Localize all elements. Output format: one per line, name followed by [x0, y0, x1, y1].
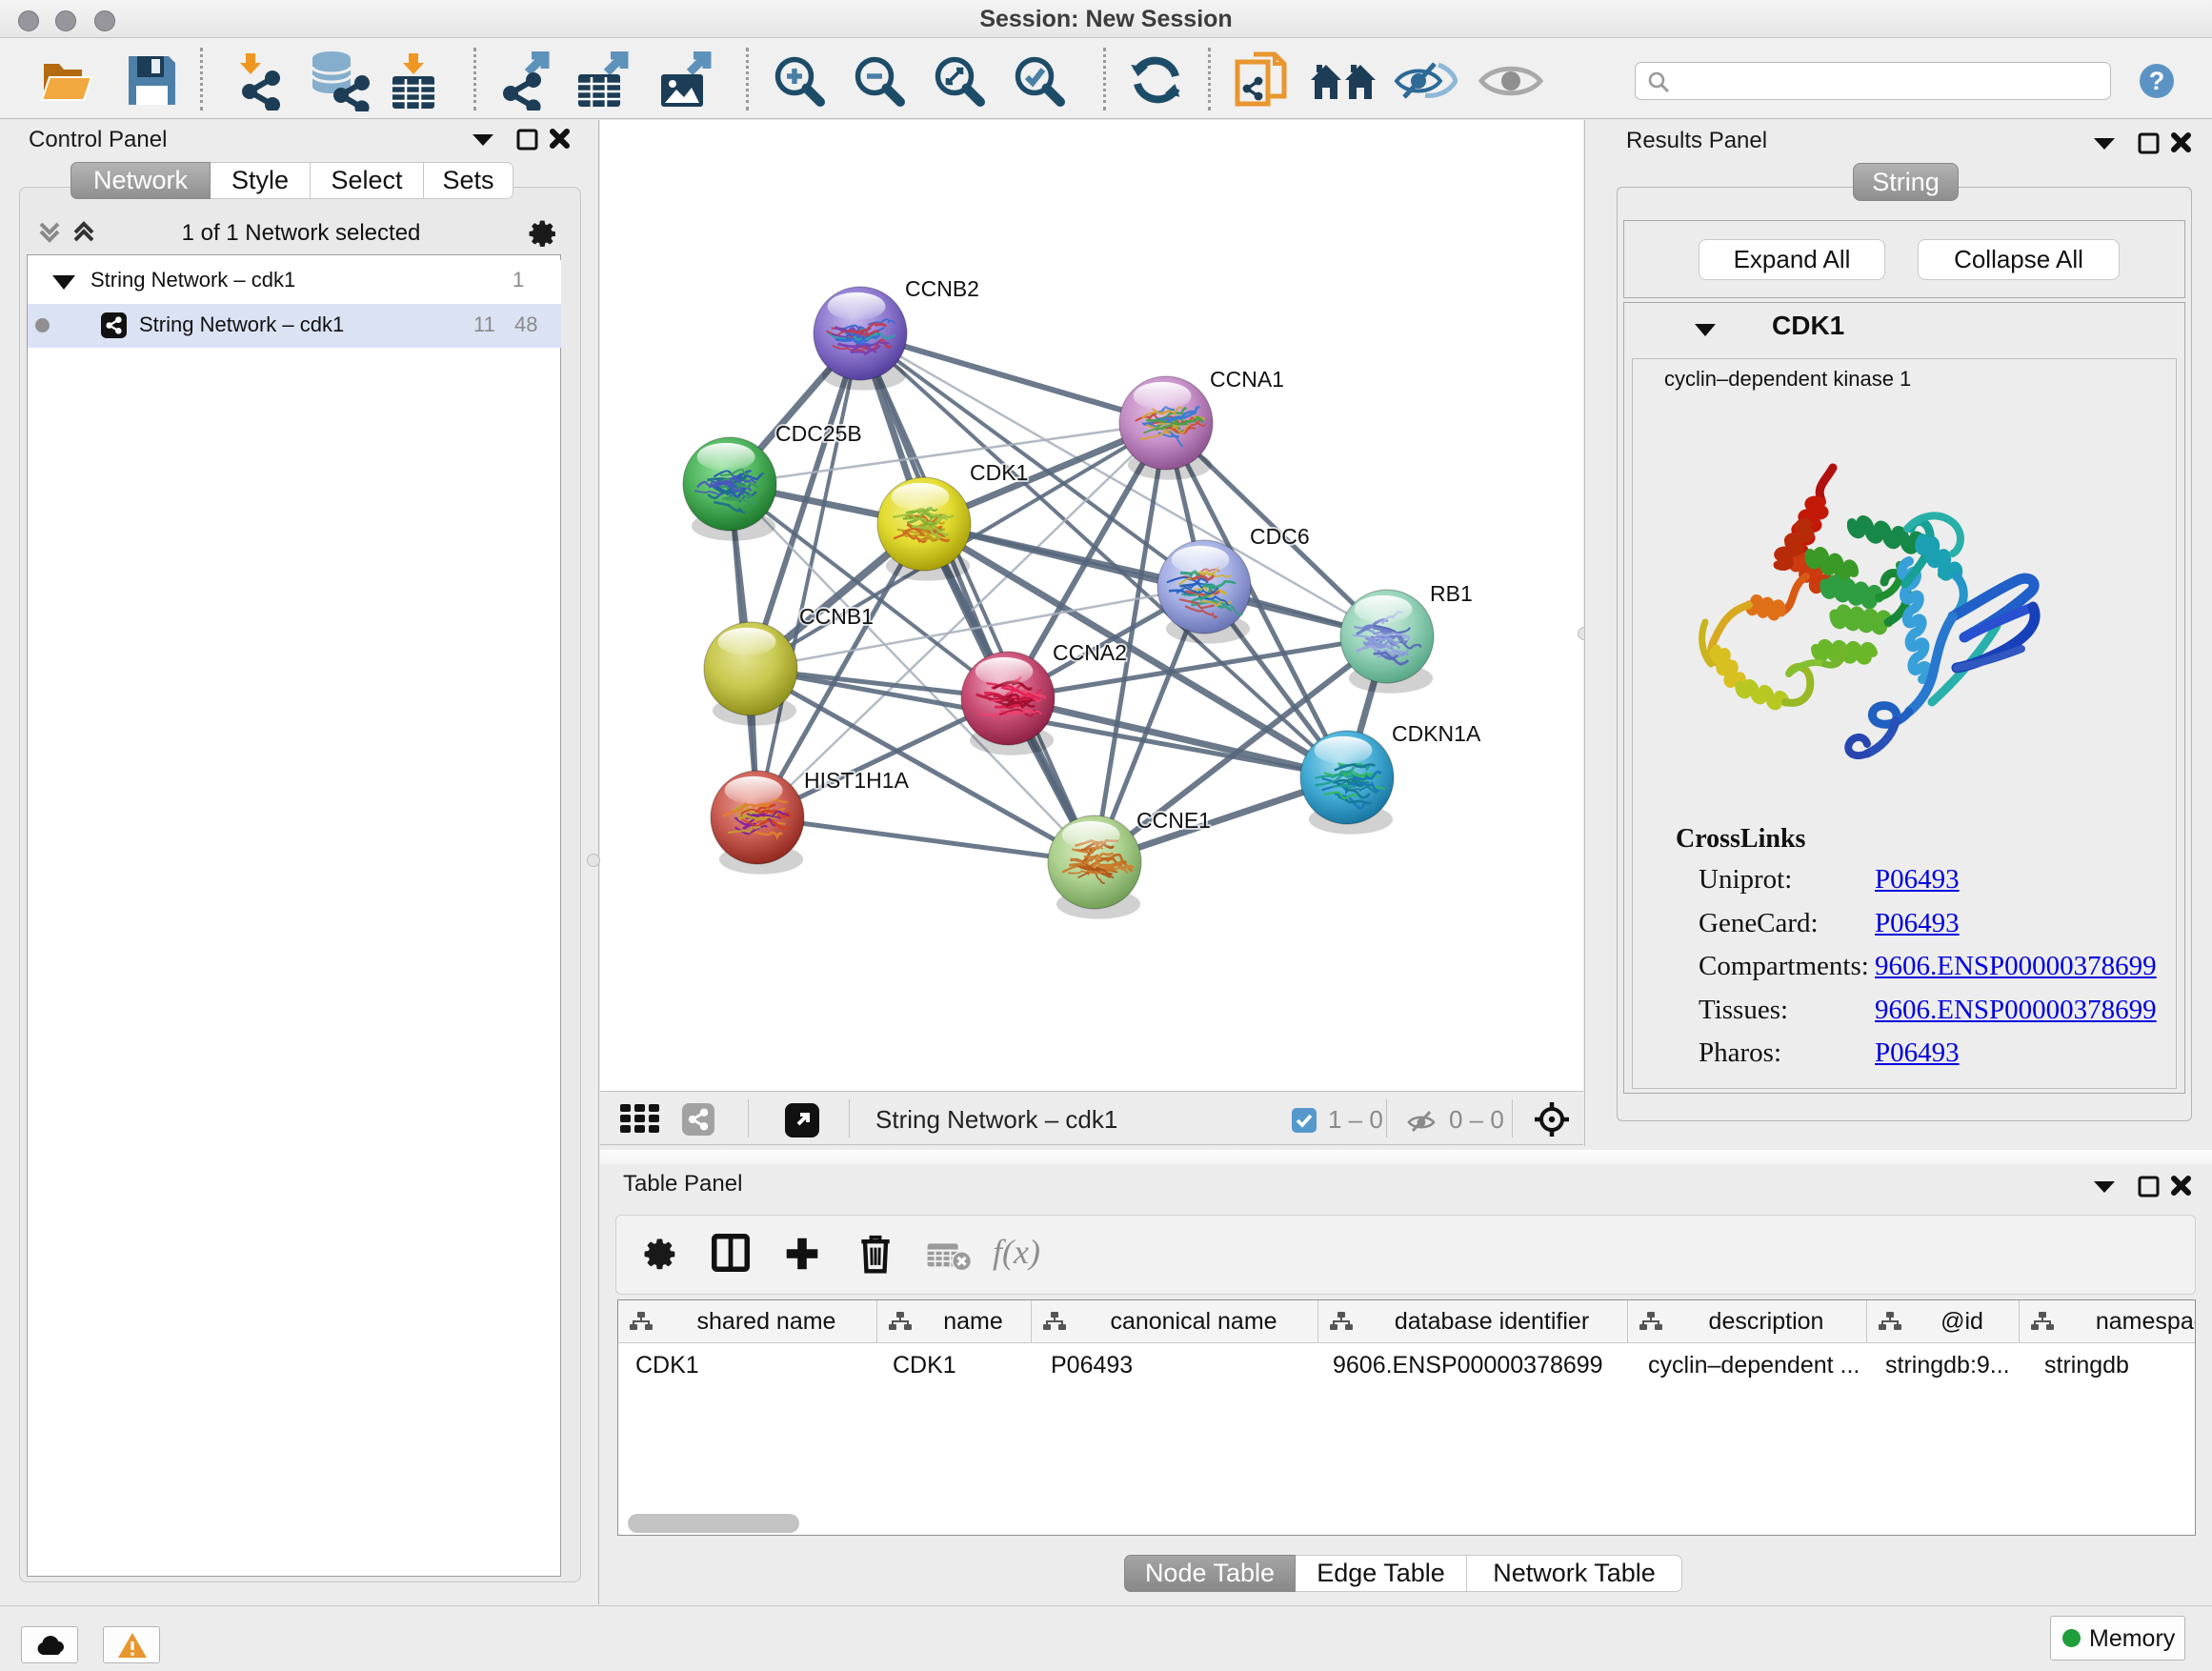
svg-text:HIST1H1A: HIST1H1A: [804, 768, 910, 793]
svg-text:RB1: RB1: [1430, 581, 1473, 606]
svg-text:CDC6: CDC6: [1250, 524, 1310, 549]
svg-text:CCNB1: CCNB1: [799, 604, 874, 629]
svg-text:CCNA1: CCNA1: [1210, 367, 1284, 392]
svg-text:CDC25B: CDC25B: [775, 421, 862, 446]
svg-text:CDK1: CDK1: [970, 460, 1028, 485]
svg-text:CCNB2: CCNB2: [905, 276, 979, 301]
svg-text:CDKN1A: CDKN1A: [1392, 721, 1481, 746]
svg-text:CCNE1: CCNE1: [1136, 808, 1211, 833]
svg-text:CCNA2: CCNA2: [1053, 640, 1127, 665]
